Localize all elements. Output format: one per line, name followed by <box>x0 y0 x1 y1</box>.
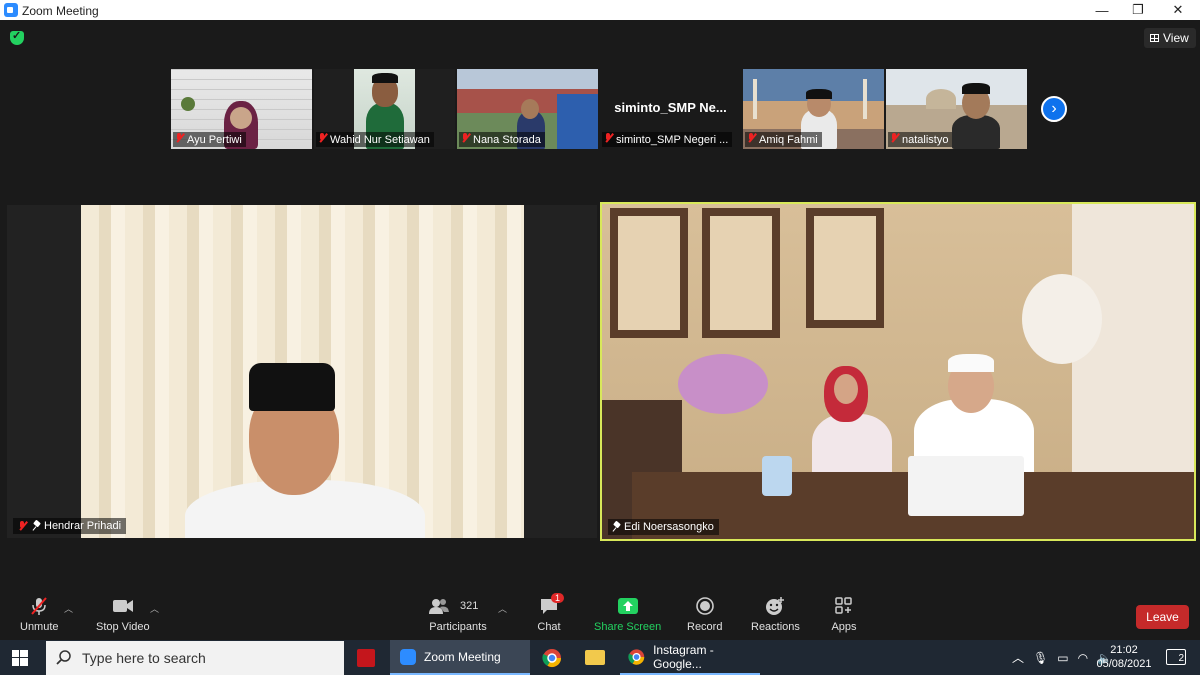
stop-video-button[interactable]: Stop Video <box>96 596 150 633</box>
mic-muted-icon <box>175 133 184 143</box>
apps-grid-icon <box>831 596 857 616</box>
microphone-icon[interactable]: 🎙 <box>1033 651 1048 665</box>
file-explorer-taskbar-icon[interactable] <box>585 640 607 675</box>
share-screen-arrow-icon <box>615 596 641 616</box>
participants-icon: 321 <box>428 596 488 616</box>
zoom-icon <box>400 648 416 665</box>
windows-start-icon[interactable] <box>12 650 28 669</box>
participant-name-label: Hendrar Prihadi <box>13 518 127 534</box>
unmute-button[interactable]: Unmute <box>20 596 59 633</box>
chat-unread-badge: 1 <box>551 593 565 603</box>
show-hidden-icons-chevron-icon[interactable]: ︿ <box>1012 649 1024 666</box>
record-button[interactable]: Record <box>687 596 722 633</box>
gallery-tile[interactable]: natalistyo <box>886 69 1027 149</box>
minimize-button[interactable]: — <box>1084 0 1120 20</box>
chat-bubble-icon: 1 <box>536 593 565 616</box>
orchid-flowers <box>1022 274 1102 364</box>
minaret <box>863 79 867 119</box>
video-options-chevron-icon[interactable]: ︿ <box>150 602 159 615</box>
mic-muted-icon <box>18 521 27 531</box>
participant-body <box>952 115 1000 149</box>
participant-peci-cap <box>249 363 335 411</box>
participant-woman-face <box>834 374 858 404</box>
microphone-muted-icon <box>26 596 52 616</box>
mic-muted-icon <box>890 133 899 143</box>
record-icon <box>692 596 718 616</box>
background-building <box>557 94 598 149</box>
reactions-button[interactable]: Reactions <box>751 596 800 633</box>
zoom-taskbar-button[interactable]: Zoom Meeting <box>390 640 530 675</box>
gallery-tile[interactable]: Amiq Fahmi <box>743 69 884 149</box>
audio-options-chevron-icon[interactable]: ︿ <box>64 602 73 615</box>
participant-face <box>521 99 539 119</box>
gallery-tile[interactable]: Wahid Nur Setiawan <box>314 69 455 149</box>
taskbar-search-input[interactable]: Type here to search <box>46 641 344 675</box>
gallery-tile[interactable]: Ayu Pertiwi <box>171 69 312 149</box>
water-bottles <box>762 456 792 496</box>
pin-icon <box>33 521 41 531</box>
gallery-tile[interactable]: Nana Storada <box>457 69 598 149</box>
participant-cap <box>372 73 398 83</box>
video-camera-icon <box>110 596 136 616</box>
chrome-icon <box>628 648 645 665</box>
video-tile-hendrar[interactable]: Hendrar Prihadi <box>7 205 597 538</box>
encryption-shield-icon[interactable] <box>10 29 24 45</box>
minaret <box>753 79 757 119</box>
mic-muted-icon <box>461 133 470 143</box>
pin-icon <box>613 522 621 532</box>
grid-icon <box>1150 34 1159 42</box>
gallery-tile[interactable]: siminto_SMP Ne... siminto_SMP Negeri ... <box>600 69 741 149</box>
pdf-reader-taskbar-icon[interactable] <box>357 640 379 675</box>
restore-button[interactable]: ❐ <box>1120 0 1156 20</box>
next-page-arrow-icon[interactable]: › <box>1041 96 1067 122</box>
share-screen-button[interactable]: Share Screen <box>594 596 661 633</box>
mic-muted-icon <box>604 133 613 143</box>
chrome-instagram-taskbar-button[interactable]: Instagram - Google... <box>620 640 760 675</box>
battery-icon[interactable]: ▭ <box>1057 651 1068 665</box>
background-dome <box>926 89 956 109</box>
zoom-app-icon <box>4 3 18 17</box>
laptop <box>908 456 1024 516</box>
participant-name-label: Wahid Nur Setiawan <box>316 132 434 147</box>
smiley-plus-icon <box>762 596 788 616</box>
participants-button[interactable]: 321 Participants <box>428 596 488 633</box>
participant-name-label: natalistyo <box>888 132 953 147</box>
participant-man-cap <box>948 354 994 372</box>
participants-count: 321 <box>460 600 479 612</box>
wall-shelf <box>702 208 780 338</box>
mic-muted-icon <box>747 133 756 143</box>
participant-cap <box>806 89 832 99</box>
participant-name-label: Edi Noersasongko <box>608 519 719 535</box>
video-tile-edi-active-speaker[interactable]: Edi Noersasongko <box>600 202 1196 541</box>
view-label: View <box>1163 31 1189 45</box>
mic-muted-icon <box>318 133 327 143</box>
participant-cap <box>962 83 990 94</box>
notification-center-icon[interactable]: 2 <box>1166 649 1186 665</box>
orchid-flowers <box>678 354 768 414</box>
view-button[interactable]: View <box>1144 28 1196 48</box>
windows-taskbar: Type here to search Zoom Meeting Instagr… <box>0 640 1200 675</box>
participant-name-label: Amiq Fahmi <box>745 132 822 147</box>
window-titlebar: Zoom Meeting — ❐ ✕ <box>0 0 1200 20</box>
window-title: Zoom Meeting <box>22 4 99 18</box>
participants-options-chevron-icon[interactable]: ︿ <box>498 602 507 615</box>
chat-button[interactable]: 1 Chat <box>536 593 565 633</box>
wall-shelf <box>806 208 884 328</box>
close-button[interactable]: ✕ <box>1160 0 1196 20</box>
search-icon <box>56 649 72 668</box>
plant <box>181 97 195 111</box>
participant-face <box>230 107 252 129</box>
meeting-controls-toolbar: Unmute ︿ Stop Video ︿ 321 Participants ︿… <box>0 590 1200 640</box>
taskbar-clock[interactable]: 21:02 05/08/2021 <box>1094 643 1154 671</box>
participant-name-label: siminto_SMP Negeri ... <box>602 132 733 147</box>
participant-name-label: Nana Storada <box>459 132 545 147</box>
chrome-taskbar-icon[interactable] <box>542 640 564 675</box>
wifi-icon[interactable]: ◠ <box>1078 651 1088 665</box>
participant-name-label: Ayu Pertiwi <box>173 132 246 147</box>
apps-button[interactable]: Apps <box>831 596 857 633</box>
leave-button[interactable]: Leave <box>1136 605 1189 629</box>
wall-shelf <box>610 208 688 338</box>
